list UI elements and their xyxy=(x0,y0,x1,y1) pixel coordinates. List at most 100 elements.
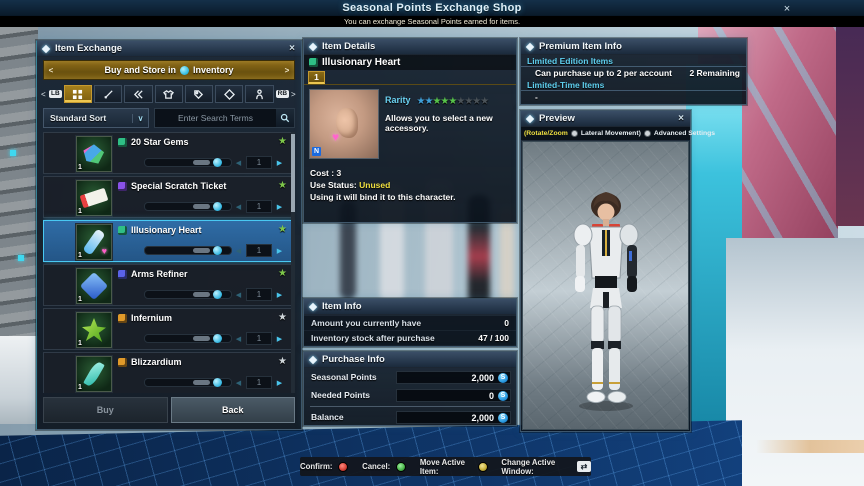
item-name: 20 Star Gems xyxy=(131,137,189,147)
limited-time-heading: Limited-Time Items xyxy=(521,79,746,91)
scene-light xyxy=(18,255,24,261)
increase-quantity-icon[interactable]: ▶ xyxy=(273,203,286,211)
character-preview-viewport[interactable] xyxy=(522,141,689,430)
use-status-value: Unused xyxy=(359,180,391,190)
quantity-slider[interactable] xyxy=(144,378,232,387)
seasonal-points-icon: S xyxy=(498,413,508,423)
search-input[interactable] xyxy=(155,113,276,123)
premium-item-info-panel: Premium Item Info Limited Edition Items … xyxy=(520,38,747,105)
shop-close-icon[interactable]: × xyxy=(780,3,794,16)
item-preview-image: ♥ N xyxy=(309,89,379,159)
increase-quantity-icon[interactable]: ▶ xyxy=(273,291,286,299)
rarity-star-icon: ★ xyxy=(278,268,287,279)
diamond-icon xyxy=(41,44,51,53)
preview-title: Preview xyxy=(539,113,575,124)
tab-tag[interactable] xyxy=(184,85,214,103)
list-item[interactable]: 1 Special Scratch Ticket ★ ◀ 1 ▶ xyxy=(43,176,295,218)
stack-count: 1 xyxy=(78,164,82,171)
increase-quantity-icon[interactable]: ▶ xyxy=(273,379,286,387)
mouse-right-icon xyxy=(643,130,651,137)
sort-dropdown[interactable]: Standard Sort ∨ xyxy=(43,108,149,128)
use-status-line: Use Status: Unused xyxy=(310,179,510,191)
rarity-star-icon: ★ xyxy=(278,312,287,323)
confirm-button-icon xyxy=(338,461,349,472)
decrease-quantity-icon[interactable]: ◀ xyxy=(232,335,245,343)
tabs-prev-icon[interactable]: < xyxy=(41,90,47,99)
search-icon[interactable] xyxy=(276,109,294,127)
divider xyxy=(310,406,510,407)
stock-label: Inventory stock after purchase xyxy=(311,333,435,343)
heart-accessory-icon: ♥ xyxy=(332,130,340,144)
tab-weapons[interactable] xyxy=(93,85,123,103)
inventory-label: Inventory xyxy=(193,65,234,75)
balance-value: 2,000 xyxy=(471,413,494,423)
increase-quantity-icon[interactable]: ▶ xyxy=(273,247,286,255)
item-type-icon xyxy=(118,137,127,147)
tabs-next-icon[interactable]: > xyxy=(291,90,297,99)
item-name: Blizzardium xyxy=(131,357,182,367)
background-floor-glow xyxy=(756,440,864,453)
decrease-quantity-icon[interactable]: ◀ xyxy=(232,247,245,255)
limited-edition-heading: Limited Edition Items xyxy=(521,55,746,67)
list-item[interactable]: 1 20 Star Gems ★ ◀ 1 ▶ xyxy=(43,132,295,174)
list-item[interactable]: 1 Infernium ★ ◀ 1 ▶ xyxy=(43,308,295,350)
exchange-mode-bar: < Buy and Store in Inventory > xyxy=(43,60,295,80)
rarity-star-icon: ★ xyxy=(278,224,287,235)
move-item-label: Move Active Item: xyxy=(419,457,466,476)
tab-materials[interactable] xyxy=(215,85,244,103)
item-thumbnail: 1 xyxy=(76,356,112,392)
close-icon[interactable]: × xyxy=(289,43,295,54)
change-window-label: Change Active Window: xyxy=(501,457,556,476)
seasonal-points-icon: S xyxy=(498,391,508,401)
decrease-quantity-icon[interactable]: ◀ xyxy=(232,379,245,387)
item-type-icon xyxy=(118,225,127,235)
character-model xyxy=(573,192,639,411)
item-name: Illusionary Heart xyxy=(131,225,202,235)
tab-mannequin[interactable] xyxy=(245,85,274,103)
buy-button[interactable]: Buy xyxy=(43,397,168,423)
increase-quantity-icon[interactable]: ▶ xyxy=(273,335,286,343)
quantity-slider[interactable] xyxy=(144,246,232,255)
list-item[interactable]: 1 Blizzardium ★ ◀ 1 ▶ xyxy=(43,352,295,393)
quantity-slider[interactable] xyxy=(144,290,232,299)
use-status-label: Use Status: xyxy=(310,180,357,190)
tab-back-page[interactable] xyxy=(124,85,153,103)
increase-quantity-icon[interactable]: ▶ xyxy=(273,159,286,167)
item-type-icon xyxy=(118,269,127,279)
decrease-quantity-icon[interactable]: ◀ xyxy=(232,159,245,167)
mode-next-icon[interactable]: > xyxy=(280,66,294,75)
list-item[interactable]: 1 Arms Refiner ★ ◀ 1 ▶ xyxy=(43,264,295,306)
diamond-icon xyxy=(308,302,318,311)
shop-banner: Seasonal Points Exchange Shop You can ex… xyxy=(0,0,864,27)
quantity-slider[interactable] xyxy=(144,158,232,167)
item-info-panel: Item Info Amount you currently have 0 In… xyxy=(303,298,517,347)
list-scrollbar[interactable] xyxy=(291,132,295,393)
amount-label: Amount you currently have xyxy=(311,318,422,328)
item-info-title: Item Info xyxy=(322,301,362,312)
mode-prev-icon[interactable]: < xyxy=(44,66,58,75)
decrease-quantity-icon[interactable]: ◀ xyxy=(232,291,245,299)
diamond-icon xyxy=(308,42,318,51)
tab-fashion[interactable] xyxy=(154,85,183,103)
category-tab-strip: < LB RB > xyxy=(41,83,297,105)
item-thumbnail: ♥ 1 xyxy=(76,224,112,260)
seasonal-points-icon: S xyxy=(498,373,508,383)
quantity-slider[interactable] xyxy=(144,334,232,343)
tab-all-items[interactable] xyxy=(63,85,92,103)
advanced-settings-label[interactable]: Advanced Settings xyxy=(654,130,715,137)
scrollbar-thumb[interactable] xyxy=(291,134,295,212)
controls-hint-bar: Confirm: Cancel: Move Active Item: Chang… xyxy=(300,457,592,476)
decrease-quantity-icon[interactable]: ◀ xyxy=(232,203,245,211)
heart-icon: ♥ xyxy=(101,246,107,256)
shop-subtitle: You can exchange Seasonal Points earned … xyxy=(343,17,521,26)
item-name: Arms Refiner xyxy=(131,269,188,279)
slot-tab-1[interactable]: 1 xyxy=(308,71,325,84)
item-exchange-panel: Item Exchange × < Buy and Store in Inven… xyxy=(36,40,302,430)
close-icon[interactable]: × xyxy=(678,113,684,124)
list-item-selected[interactable]: ♥ 1 Illusionary Heart ★ ◀ 1 ▶ xyxy=(43,220,295,262)
quantity-slider[interactable] xyxy=(144,202,232,211)
star-gems-art xyxy=(83,144,105,164)
back-button[interactable]: Back xyxy=(170,397,295,423)
rb-bumper-icon: RB xyxy=(275,89,290,99)
purchase-info-panel: Purchase Info Seasonal Points 2,000 S Ne… xyxy=(303,351,517,426)
